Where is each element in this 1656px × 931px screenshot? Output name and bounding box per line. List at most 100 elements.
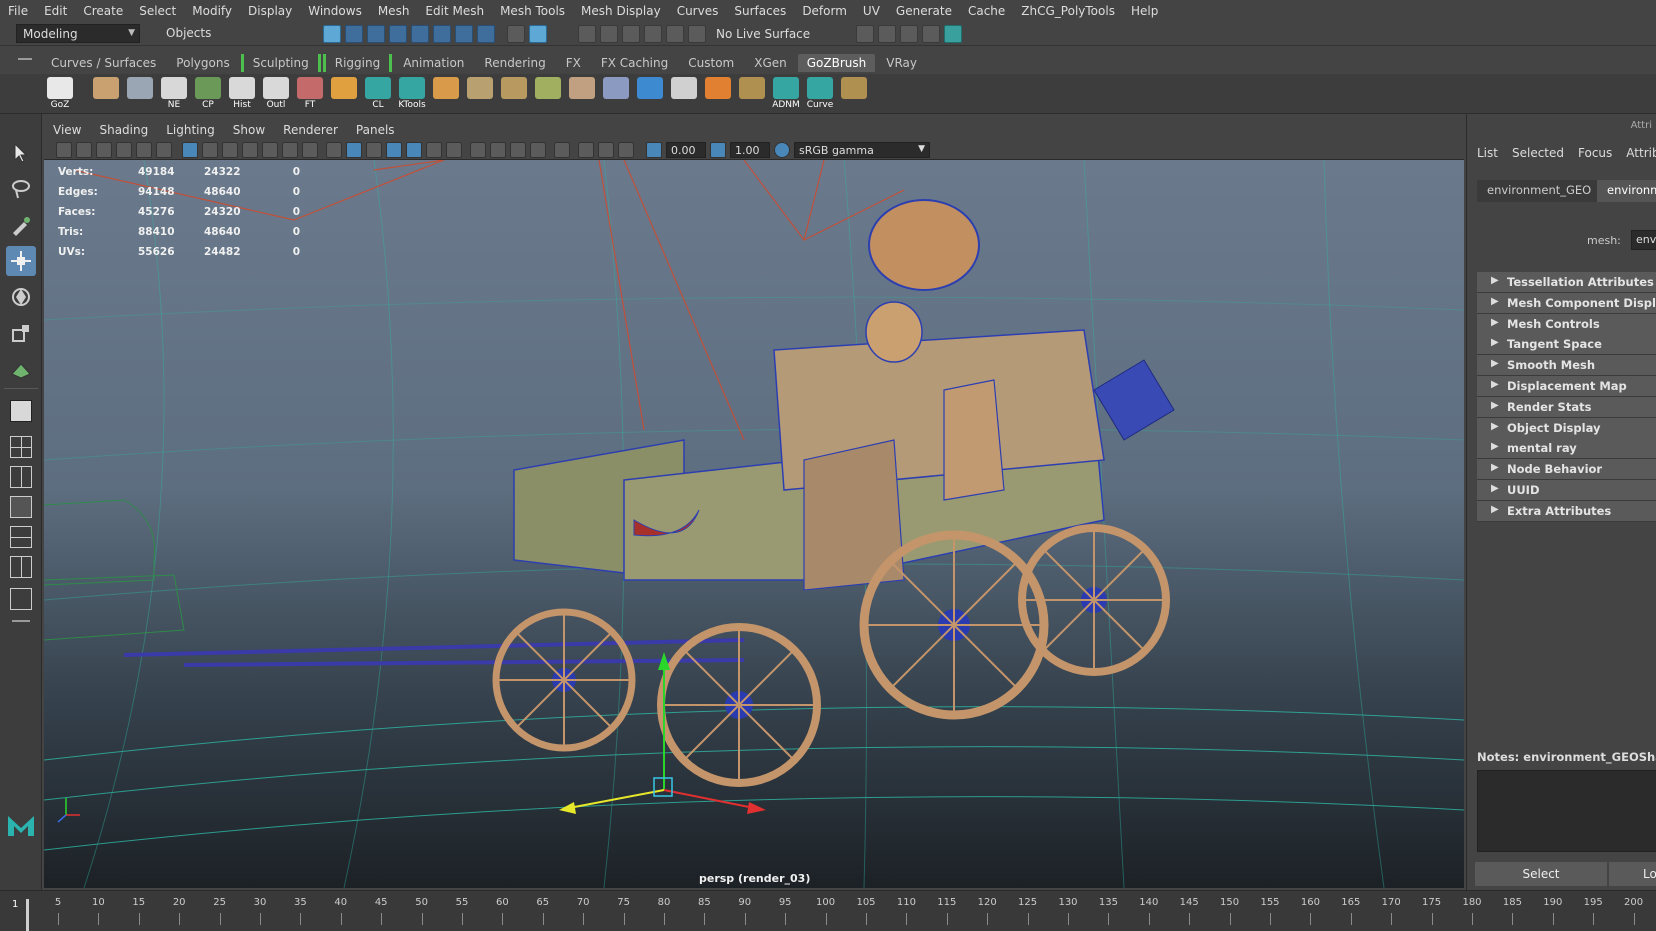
snap-curve-icon[interactable] [600,25,618,43]
select-by-hierarchy-icon[interactable] [323,25,341,43]
render-settings-icon[interactable] [856,25,874,43]
ipr-render-icon[interactable] [900,25,918,43]
shelf-tool-16[interactable] [566,77,598,111]
shelf-tool-15[interactable] [532,77,564,111]
section-mesh-controls[interactable]: ▶ Mesh Controls [1477,313,1656,335]
adnm-button[interactable]: ADNM [770,77,802,111]
exposure-field[interactable]: 0.00 [666,142,706,158]
select-by-component-icon[interactable] [367,25,385,43]
motion-blur-icon[interactable] [490,142,506,158]
select-tool[interactable] [6,138,36,168]
shelf-tool-20[interactable] [702,77,734,111]
camera-attributes-icon[interactable] [76,142,92,158]
color-management-icon[interactable] [774,142,790,158]
select-camera-icon[interactable] [56,142,72,158]
layout-persp-outliner[interactable] [6,492,36,522]
menu-select[interactable]: Select [131,4,184,18]
xray-active-components-icon[interactable] [598,142,614,158]
wireframe-icon[interactable] [326,142,342,158]
gate-mask-icon[interactable] [242,142,258,158]
section-node-behavior[interactable]: ▶ Node Behavior [1477,459,1656,481]
shelf-tool-21[interactable] [736,77,768,111]
menu-surfaces[interactable]: Surfaces [726,4,794,18]
select-by-object-icon[interactable] [345,25,363,43]
shelf-tool-19[interactable] [668,77,700,111]
shelf-tool-14[interactable] [498,77,530,111]
section-uuid[interactable]: ▶ UUID [1477,480,1656,501]
select-button[interactable]: Select [1475,862,1607,886]
last-tool[interactable] [6,396,36,426]
notes-textarea[interactable] [1477,770,1656,852]
snap-view-plane-icon[interactable] [644,25,662,43]
menu-modify[interactable]: Modify [184,4,240,18]
gamma-field[interactable]: 1.00 [730,142,770,158]
menu-help[interactable]: Help [1123,4,1166,18]
perspective-viewport[interactable]: Verts: 49184 24322 0 Edges: 94148 48640 0 Faces:… [44,160,1464,888]
use-all-lights-icon[interactable] [426,142,442,158]
render-view-icon[interactable] [922,25,940,43]
menu-mesh[interactable]: Mesh [370,4,418,18]
paint-select-tool[interactable] [6,210,36,240]
attr-menu-focus[interactable]: Focus [1578,146,1612,160]
menu-zhcg-polytools[interactable]: ZhCG_PolyTools [1013,4,1123,18]
menu-mesh-display[interactable]: Mesh Display [573,4,669,18]
safe-action-icon[interactable] [282,142,298,158]
panel-menu-renderer[interactable]: Renderer [274,123,347,137]
menu-uv[interactable]: UV [855,4,888,18]
panel-menu-lighting[interactable]: Lighting [157,123,224,137]
shelf-tab-vray[interactable]: VRay [877,54,926,72]
xray-joints-icon[interactable] [618,142,634,158]
panel-menu-view[interactable]: View [44,123,90,137]
use-default-material-icon[interactable] [366,142,382,158]
panel-menu-panels[interactable]: Panels [347,123,404,137]
shelf-tab-polygons[interactable]: Polygons [167,54,238,72]
lasso-tool[interactable] [6,174,36,204]
shelf-tool-2[interactable] [90,77,122,111]
face-mask-icon[interactable] [433,25,451,43]
mode-dropdown[interactable]: Modeling ▼ [16,24,140,43]
snap-together-icon[interactable] [688,25,706,43]
shelf-tab-xgen[interactable]: XGen [745,54,796,72]
shelf-tool-13[interactable] [464,77,496,111]
menu-file[interactable]: File [0,4,36,18]
hypershade-icon[interactable] [944,25,962,43]
layout-hypershade[interactable] [6,552,36,582]
goz-button[interactable]: GoZ [44,77,76,111]
selection-mode-dropdown[interactable]: Objects [160,24,264,43]
section-displacement-map[interactable]: ▶ Displacement Map [1477,376,1656,397]
safe-title-icon[interactable] [302,142,318,158]
lock-icon[interactable] [507,25,525,43]
menu-create[interactable]: Create [75,4,131,18]
ne-button[interactable]: NE [158,77,190,111]
hist-button[interactable]: Hist [226,77,258,111]
scale-tool[interactable] [6,318,36,348]
rotate-tool[interactable] [6,282,36,312]
smooth-shade-icon[interactable] [346,142,362,158]
attr-menu-list[interactable]: List [1477,146,1498,160]
live-surface-label[interactable]: No Live Surface [716,27,810,41]
snap-point-icon[interactable] [622,25,640,43]
depth-of-field-icon[interactable] [530,142,546,158]
shelf-tool-12[interactable] [430,77,462,111]
multisample-aa-icon[interactable] [510,142,526,158]
grid-icon[interactable] [182,142,198,158]
shelf-tab-gozbrush[interactable]: GoZBrush [797,54,876,72]
section-mesh-component-display[interactable]: ▶ Mesh Component Display [1477,292,1656,314]
gamma-icon[interactable] [710,142,726,158]
move-tool[interactable] [6,246,36,276]
attr-menu-attribut[interactable]: Attribut [1626,146,1656,160]
menu-display[interactable]: Display [240,4,300,18]
section-tangent-space[interactable]: ▶ Tangent Space [1477,334,1656,356]
shadows-icon[interactable] [446,142,462,158]
layout-persp-graph[interactable] [6,522,36,552]
vertex-mask-icon[interactable] [389,25,407,43]
mesh-name-field[interactable]: envi [1631,230,1656,250]
panel-menu-show[interactable]: Show [224,123,274,137]
field-chart-icon[interactable] [262,142,278,158]
shelf-menu-icon[interactable] [18,58,32,62]
misc-mask-icon[interactable] [477,25,495,43]
load-attributes-button[interactable]: Lo [1609,862,1656,886]
section-extra-attributes[interactable]: ▶ Extra Attributes [1477,500,1656,522]
exposure-icon[interactable] [646,142,662,158]
shelf-tool-3[interactable] [124,77,156,111]
